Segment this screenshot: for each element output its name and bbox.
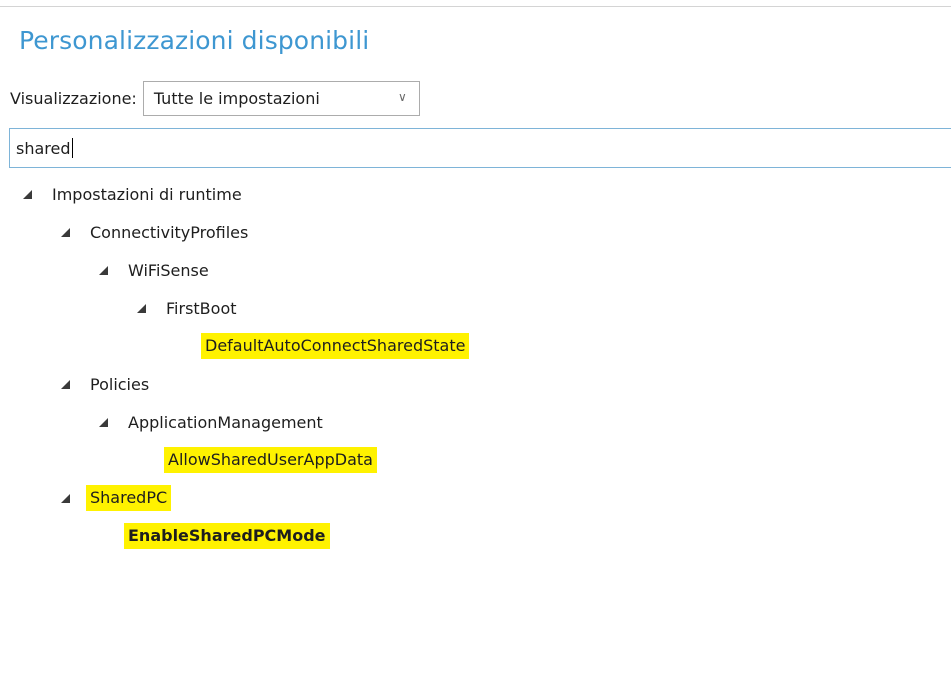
tree-node-policies[interactable]: Policies [60,366,149,402]
tree-node-wifisense[interactable]: WiFiSense [98,252,209,288]
tree-leaf-label: EnableSharedPCMode [124,523,330,549]
view-row: Visualizzazione: Tutte le impostazioni ∨ [10,80,420,117]
tree-node-firstboot[interactable]: FirstBoot [136,290,237,326]
tree-node-label: ApplicationManagement [128,412,323,432]
search-input-value: shared [16,138,71,158]
tree-leaf-label: DefaultAutoConnectSharedState [201,333,470,359]
collapse-triangle-icon[interactable] [22,189,32,199]
text-caret [71,138,73,158]
collapse-triangle-icon[interactable] [98,417,108,427]
tree-node-label: WiFiSense [128,260,209,280]
collapse-triangle-icon[interactable] [60,493,70,503]
view-select-value: Tutte le impostazioni [153,89,320,108]
tree-node-label: Policies [90,374,150,394]
page-title: Personalizzazioni disponibili [19,26,370,55]
tree-leaf-default-auto-connect[interactable]: DefaultAutoConnectSharedState [201,328,470,364]
collapse-triangle-icon[interactable] [60,379,70,389]
tree-leaf-label: AllowSharedUserAppData [164,447,377,473]
view-label: Visualizzazione: [10,89,137,108]
collapse-triangle-icon[interactable] [98,265,108,275]
tree-node-connectivity-profiles[interactable]: ConnectivityProfiles [60,214,248,250]
view-select[interactable]: Tutte le impostazioni ∨ [142,81,420,116]
collapse-triangle-icon[interactable] [60,227,70,237]
tree-node-label: FirstBoot [166,298,237,318]
tree-node-runtime-settings[interactable]: Impostazioni di runtime [22,176,242,212]
chevron-down-icon: ∨ [398,90,407,104]
tree-leaf-allow-shared-user-app-data[interactable]: AllowSharedUserAppData [164,442,377,478]
tree-node-label: ConnectivityProfiles [90,222,249,242]
tree-node-application-management[interactable]: ApplicationManagement [98,404,323,440]
tree-leaf-enable-sharedpc-mode[interactable]: EnableSharedPCMode [124,518,330,554]
tree-node-label: Impostazioni di runtime [52,184,242,204]
tree-node-label: SharedPC [86,485,172,511]
collapse-triangle-icon[interactable] [136,303,146,313]
search-input[interactable]: shared [9,128,951,168]
tree-node-sharedpc[interactable]: SharedPC [60,480,172,516]
top-divider [0,6,951,7]
